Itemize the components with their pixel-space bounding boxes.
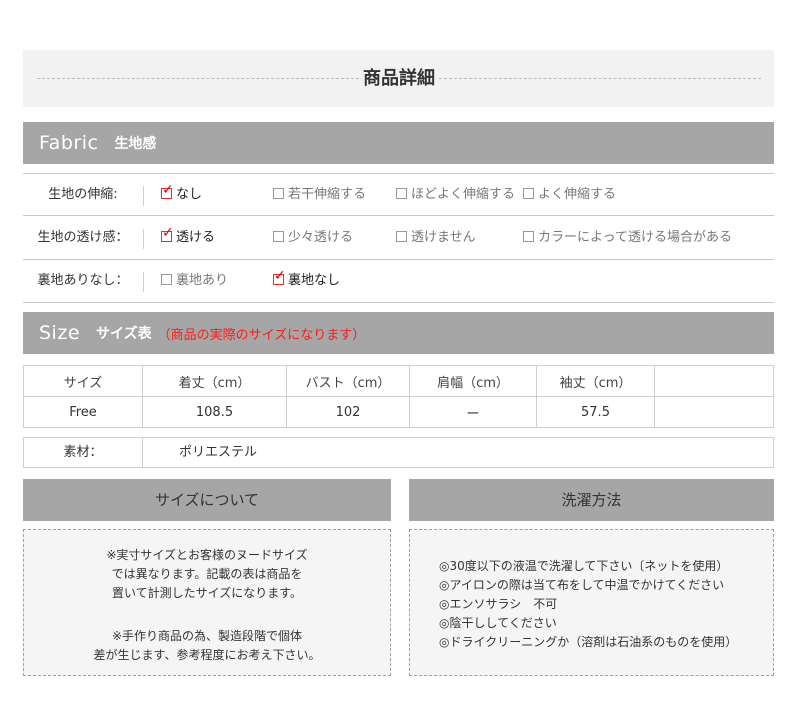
header-cell: 袖丈（cm） — [536, 365, 655, 397]
header-divider-right — [439, 78, 761, 79]
about-size-line: ※手作り商品の為、製造段階で個体 — [111, 629, 303, 643]
header-cell: 肩幅（cm） — [409, 365, 537, 397]
material-row: 素材： ポリエステル — [23, 437, 774, 468]
header-cell: 着丈（cm） — [142, 365, 287, 397]
fabric-section-bar: Fabric 生地感 — [23, 122, 774, 164]
header-cell: サイズ — [23, 365, 143, 397]
option-stretch-none: なし — [161, 174, 202, 216]
shoulder-cell: ー — [409, 396, 537, 428]
checkbox-checked-icon — [161, 224, 174, 242]
fabric-title-jp: 生地感 — [114, 136, 157, 152]
bust-cell: 102 — [286, 396, 410, 428]
about-size-line: 差が生じます、参考程度にお考え下さい。 — [93, 648, 321, 662]
size-cell: Free — [23, 396, 143, 428]
fabric-row-label: 裏地ありなし： — [37, 273, 129, 288]
about-size-box: ※実寸サイズとお客様のヌードサイズ では異なります。記載の表は商品を 置いて計測… — [23, 529, 391, 676]
washing-item: ◎30度以下の液温で洗濯して下さい〔ネットを使用） — [439, 559, 729, 573]
option-sheer-by-color: カラーによって透ける場合がある — [523, 217, 732, 259]
option-sheer: 透ける — [161, 217, 215, 259]
size-table-header: サイズ 着丈（cm） バスト（cm） 肩幅（cm） 袖丈（cm） — [23, 365, 774, 397]
fabric-title-en: Fabric — [39, 132, 99, 154]
option-stretch-moderate: ほどよく伸縮する — [396, 174, 515, 216]
page-title: 商品詳細 — [363, 68, 435, 89]
checkbox-icon — [396, 231, 407, 242]
checkbox-icon — [161, 274, 172, 285]
fabric-row-sheerness: 生地の透け感： 透ける 少々透ける 透けません カラーによって透ける場合がある — [23, 217, 774, 260]
option-slightly-sheer: 少々透ける — [273, 217, 353, 259]
size-table: サイズ 着丈（cm） バスト（cm） 肩幅（cm） 袖丈（cm） Free 10… — [23, 365, 774, 428]
header-cell — [654, 365, 774, 397]
size-title-jp: サイズ表 — [96, 326, 152, 342]
option-lining-yes: 裏地あり — [161, 260, 228, 302]
option-lining-no: 裏地なし — [273, 260, 340, 302]
empty-cell — [654, 396, 774, 428]
fabric-row-lining: 裏地ありなし： 裏地あり 裏地なし — [23, 260, 774, 303]
checkbox-icon — [396, 188, 407, 199]
washing-title: 洗濯方法 — [409, 479, 774, 521]
length-cell: 108.5 — [142, 396, 287, 428]
option-stretch-high: よく伸縮する — [523, 174, 616, 216]
sleeve-cell: 57.5 — [536, 396, 655, 428]
about-size-line: ※実寸サイズとお客様のヌードサイズ — [106, 548, 308, 562]
fabric-row-label: 生地の伸縮: — [48, 187, 118, 202]
header-cell: バスト（cm） — [286, 365, 410, 397]
size-title-en: Size — [39, 322, 81, 344]
washing-box: ◎30度以下の液温で洗濯して下さい〔ネットを使用） ◎アイロンの際は当て布をして… — [409, 529, 774, 676]
checkbox-icon — [273, 231, 284, 242]
fabric-row-stretch: 生地の伸縮: なし 若干伸縮する ほどよく伸縮する よく伸縮する — [23, 173, 774, 216]
option-stretch-slight: 若干伸縮する — [273, 174, 366, 216]
checkbox-icon — [523, 188, 534, 199]
washing-item: ◎ドライクリーニングか（溶剤は石油系のものを使用） — [439, 635, 738, 649]
washing-item: ◎エンソサラシ 不可 — [439, 597, 558, 611]
checkbox-icon — [523, 231, 534, 242]
about-size-line: 置いて計測したサイズになります。 — [111, 586, 303, 600]
checkbox-icon — [273, 188, 284, 199]
product-details-header: 商品詳細 — [23, 50, 774, 107]
washing-item: ◎陰干ししてください — [439, 616, 557, 630]
option-not-sheer: 透けません — [396, 217, 476, 259]
washing-item: ◎アイロンの際は当て布をして中温でかけてください — [439, 578, 725, 592]
checkbox-checked-icon — [161, 181, 174, 199]
header-divider-left — [37, 78, 359, 79]
material-value: ポリエステル — [179, 445, 258, 460]
fabric-row-label: 生地の透け感： — [37, 230, 129, 245]
size-note: （商品の実際のサイズになります） — [157, 327, 366, 343]
about-size-title: サイズについて — [23, 479, 391, 521]
size-section-bar: Size サイズ表 （商品の実際のサイズになります） — [23, 312, 774, 354]
about-size-line: では異なります。記載の表は商品を — [111, 567, 303, 581]
table-row: Free 108.5 102 ー 57.5 — [23, 396, 774, 428]
checkbox-checked-icon — [273, 267, 286, 285]
material-label: 素材： — [63, 445, 103, 460]
